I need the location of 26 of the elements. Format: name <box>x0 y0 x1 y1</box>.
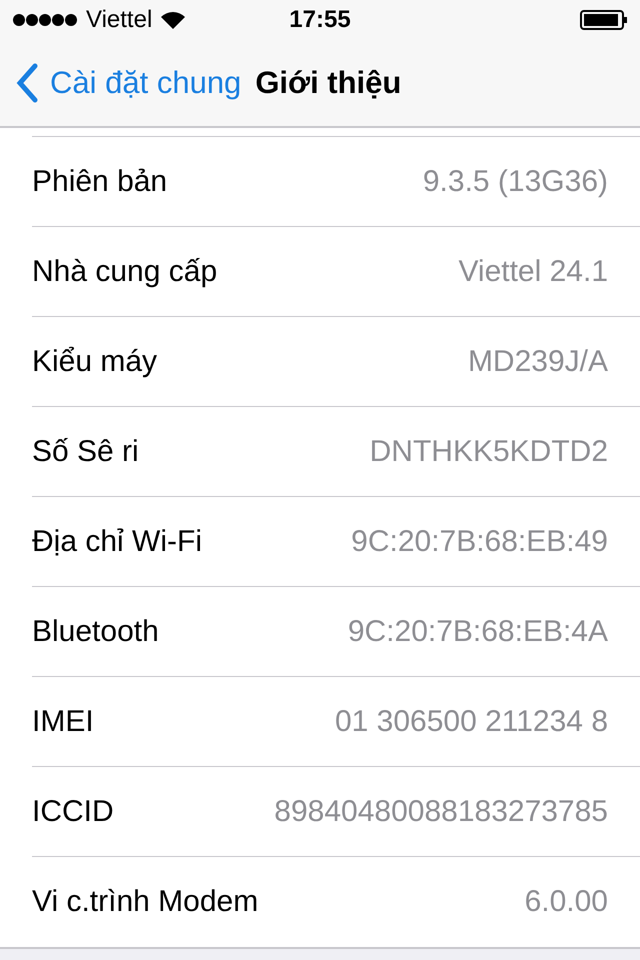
back-button[interactable]: Cài đặt chung <box>16 63 242 103</box>
screen-title: Giới thiệu <box>255 65 402 101</box>
wifi-icon <box>160 10 186 30</box>
row-label: Vi c.trình Modem <box>32 885 258 919</box>
row-value: Viettel 24.1 <box>458 254 608 288</box>
battery-icon <box>580 10 628 30</box>
row-value: MD239J/A <box>468 344 608 378</box>
row-value: 01 306500 211234 8 <box>334 704 608 738</box>
row-label: Địa chỉ Wi-Fi <box>32 524 202 558</box>
row-value: 6.0.00 <box>524 885 608 919</box>
row-label: Bluetooth <box>32 614 159 648</box>
row-value: 9C:20:7B:68:EB:4A <box>348 614 608 648</box>
row-value: 9.3.5 (13G36) <box>422 164 608 198</box>
chevron-left-icon <box>16 63 38 103</box>
row-label: ICCID <box>32 794 114 828</box>
row-label: IMEI <box>32 704 94 738</box>
row-value: DNTHKK5KDTD2 <box>370 434 608 468</box>
signal-icon <box>12 13 78 27</box>
clock-time: 17:55 <box>289 6 351 34</box>
carrier-name: Viettel <box>86 6 152 34</box>
row-value: 9C:20:7B:68:EB:49 <box>351 524 608 558</box>
row-label: Nhà cung cấp <box>32 254 218 288</box>
row-label: Kiểu máy <box>32 344 158 378</box>
row-label: Phiên bản <box>32 164 168 198</box>
row-label: Số Sê ri <box>32 434 139 468</box>
row-value: 89840480088183273785 <box>274 794 608 828</box>
